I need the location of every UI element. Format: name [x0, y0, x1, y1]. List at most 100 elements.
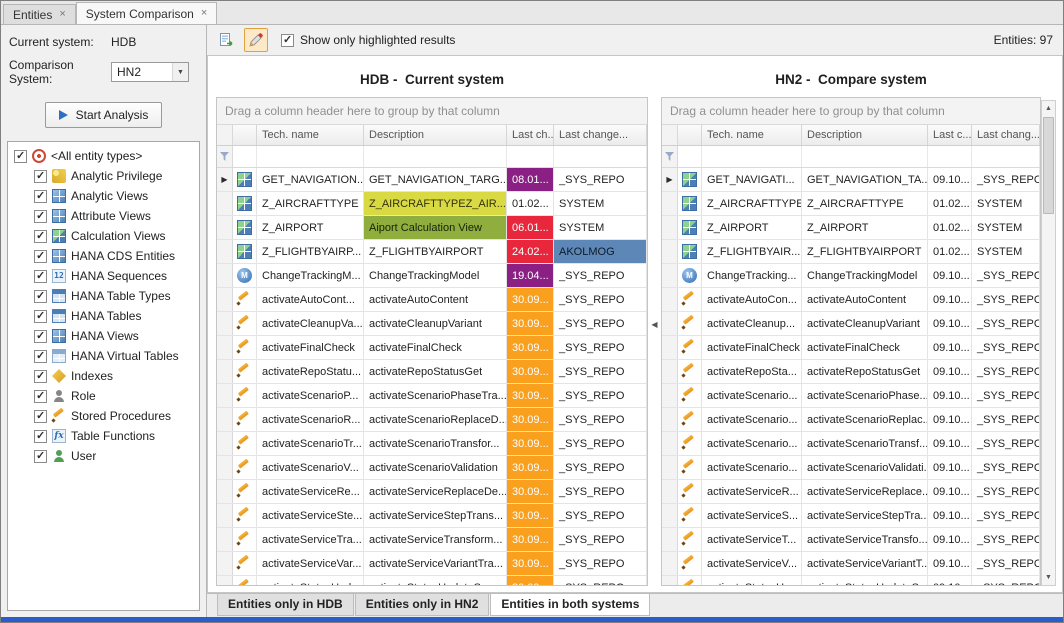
- cell-last-changed-by[interactable]: _SYS_REPO: [972, 432, 1040, 455]
- group-by-panel[interactable]: Drag a column header here to group by th…: [217, 98, 647, 125]
- column-header-last-chang[interactable]: Last chang...: [972, 125, 1040, 145]
- cell-description[interactable]: activateCleanupVariant: [802, 312, 928, 335]
- checkbox[interactable]: [34, 190, 47, 203]
- table-row[interactable]: activateServiceS...activateServiceStepTr…: [662, 504, 1040, 528]
- cell-tech-name[interactable]: activateServiceR...: [702, 480, 802, 503]
- filter-cell[interactable]: [972, 146, 1040, 167]
- group-by-panel[interactable]: Drag a column header here to group by th…: [662, 98, 1040, 125]
- cell-description[interactable]: activateScenarioPhaseTra...: [364, 384, 507, 407]
- cell-description[interactable]: activateCleanupVariant: [364, 312, 507, 335]
- cell-last-changed-by[interactable]: _SYS_REPO: [554, 504, 647, 527]
- table-row[interactable]: activateAutoCont...activateAutoContent30…: [217, 288, 647, 312]
- tree-item-indexes[interactable]: Indexes: [10, 366, 197, 386]
- result-tab-entities-in-both-systems[interactable]: Entities in both systems: [490, 594, 650, 616]
- cell-description[interactable]: activateRepoStatusGet: [802, 360, 928, 383]
- cell-last-changed[interactable]: 01.02...: [928, 192, 972, 215]
- table-row[interactable]: activateScenario...activateScenarioValid…: [662, 456, 1040, 480]
- table-row[interactable]: Z_AIRCRAFTTYPEZ_AIRCRAFTTYPE01.02...SYST…: [662, 192, 1040, 216]
- export-results-button[interactable]: [215, 28, 239, 52]
- cell-description[interactable]: activateScenarioReplaceD...: [364, 408, 507, 431]
- scroll-thumb[interactable]: [1043, 117, 1054, 214]
- table-row[interactable]: ChangeTracking...ChangeTrackingModel09.1…: [662, 264, 1040, 288]
- cell-last-changed[interactable]: 30.09...: [507, 480, 554, 503]
- highlight-differences-button[interactable]: [244, 28, 268, 52]
- cell-description[interactable]: activateScenarioTransf...: [802, 432, 928, 455]
- comparison-system-select[interactable]: HN2 ▼: [111, 62, 189, 82]
- cell-description[interactable]: activateScenarioValidation: [364, 456, 507, 479]
- cell-tech-name[interactable]: Z_AIRPORT: [702, 216, 802, 239]
- cell-last-changed-by[interactable]: _SYS_REPO: [554, 408, 647, 431]
- checkbox[interactable]: [34, 330, 47, 343]
- cell-last-changed[interactable]: 09.10...: [928, 552, 972, 575]
- filter-cell[interactable]: [233, 146, 257, 167]
- cell-last-changed-by[interactable]: _SYS_REPO: [972, 456, 1040, 479]
- scroll-down-button[interactable]: ▼: [1042, 570, 1055, 585]
- tab-system-comparison[interactable]: System Comparison×: [76, 2, 217, 24]
- vertical-scrollbar[interactable]: ▲ ▼: [1041, 100, 1056, 586]
- cell-tech-name[interactable]: activateScenarioV...: [257, 456, 364, 479]
- cell-last-changed[interactable]: 30.09...: [507, 360, 554, 383]
- cell-last-changed-by[interactable]: _SYS_REPO: [972, 264, 1040, 287]
- cell-tech-name[interactable]: GET_NAVIGATION...: [257, 168, 364, 191]
- cell-last-changed-by[interactable]: AKOLMOG: [554, 240, 647, 263]
- cell-tech-name[interactable]: activateServiceVar...: [257, 552, 364, 575]
- checkbox[interactable]: [34, 310, 47, 323]
- cell-last-changed-by[interactable]: _SYS_REPO: [554, 264, 647, 287]
- table-row[interactable]: activateCleanup...activateCleanupVariant…: [662, 312, 1040, 336]
- cell-description[interactable]: activateFinalCheck: [802, 336, 928, 359]
- cell-last-changed[interactable]: 24.02...: [507, 240, 554, 263]
- checkbox[interactable]: [34, 350, 47, 363]
- cell-last-changed-by[interactable]: _SYS_REPO: [554, 528, 647, 551]
- tree-item-role[interactable]: Role: [10, 386, 197, 406]
- cell-last-changed-by[interactable]: _SYS_REPO: [972, 312, 1040, 335]
- filter-cell[interactable]: [702, 146, 802, 167]
- checkbox[interactable]: [34, 410, 47, 423]
- cell-last-changed-by[interactable]: _SYS_REPO: [554, 432, 647, 455]
- show-only-highlighted-checkbox[interactable]: [281, 34, 294, 47]
- cell-description[interactable]: Aiport Calculation View: [364, 216, 507, 239]
- cell-tech-name[interactable]: activateScenario...: [702, 456, 802, 479]
- cell-last-changed[interactable]: 30.09...: [507, 384, 554, 407]
- cell-last-changed[interactable]: 01.02...: [507, 192, 554, 215]
- table-row[interactable]: activateServiceTra...activateServiceTran…: [217, 528, 647, 552]
- cell-last-changed[interactable]: 30.09...: [507, 528, 554, 551]
- cell-description[interactable]: activateStatusUpdateS...: [802, 576, 928, 585]
- cell-description[interactable]: activateScenarioValidati...: [802, 456, 928, 479]
- cell-description[interactable]: activateAutoContent: [802, 288, 928, 311]
- cell-description[interactable]: Z_FLIGHTBYAIRPORT: [364, 240, 507, 263]
- cell-tech-name[interactable]: Z_AIRPORT: [257, 216, 364, 239]
- cell-last-changed-by[interactable]: _SYS_REPO: [972, 384, 1040, 407]
- cell-last-changed-by[interactable]: _SYS_REPO: [972, 504, 1040, 527]
- cell-last-changed[interactable]: 08.01...: [507, 168, 554, 191]
- table-row[interactable]: activateAutoCon...activateAutoContent09.…: [662, 288, 1040, 312]
- tree-item-hana-sequences[interactable]: HANA Sequences: [10, 266, 197, 286]
- cell-last-changed[interactable]: 09.10...: [928, 384, 972, 407]
- cell-last-changed[interactable]: 09.10...: [928, 408, 972, 431]
- cell-last-changed[interactable]: 09.10...: [928, 288, 972, 311]
- table-row[interactable]: ChangeTrackingM...ChangeTrackingModel19.…: [217, 264, 647, 288]
- cell-tech-name[interactable]: activateStatusU...: [702, 576, 802, 585]
- cell-description[interactable]: activateScenarioReplac...: [802, 408, 928, 431]
- result-tab-entities-only-in-hn2[interactable]: Entities only in HN2: [355, 594, 490, 616]
- checkbox[interactable]: [34, 430, 47, 443]
- cell-last-changed-by[interactable]: _SYS_REPO: [972, 480, 1040, 503]
- cell-tech-name[interactable]: activateServiceTra...: [257, 528, 364, 551]
- table-row[interactable]: activateScenario...activateScenarioPhase…: [662, 384, 1040, 408]
- cell-last-changed-by[interactable]: _SYS_REPO: [972, 528, 1040, 551]
- scroll-up-button[interactable]: ▲: [1042, 101, 1055, 116]
- cell-last-changed-by[interactable]: SYSTEM: [972, 216, 1040, 239]
- table-row[interactable]: ▶GET_NAVIGATI...GET_NAVIGATION_TA...09.1…: [662, 168, 1040, 192]
- cell-tech-name[interactable]: activateScenarioR...: [257, 408, 364, 431]
- cell-description[interactable]: activateServiceTransform...: [364, 528, 507, 551]
- cell-tech-name[interactable]: activateStatusUpd...: [257, 576, 364, 585]
- checkbox[interactable]: [34, 290, 47, 303]
- column-header-tech-name[interactable]: Tech. name: [702, 125, 802, 145]
- cell-last-changed[interactable]: 30.09...: [507, 312, 554, 335]
- cell-last-changed[interactable]: 01.02...: [928, 240, 972, 263]
- cell-tech-name[interactable]: Z_AIRCRAFTTYPE: [257, 192, 364, 215]
- column-header-description[interactable]: Description: [802, 125, 928, 145]
- cell-tech-name[interactable]: activateServiceS...: [702, 504, 802, 527]
- cell-last-changed-by[interactable]: _SYS_REPO: [972, 360, 1040, 383]
- tree-item-analytic-privilege[interactable]: Analytic Privilege: [10, 166, 197, 186]
- cell-last-changed-by[interactable]: _SYS_REPO: [554, 480, 647, 503]
